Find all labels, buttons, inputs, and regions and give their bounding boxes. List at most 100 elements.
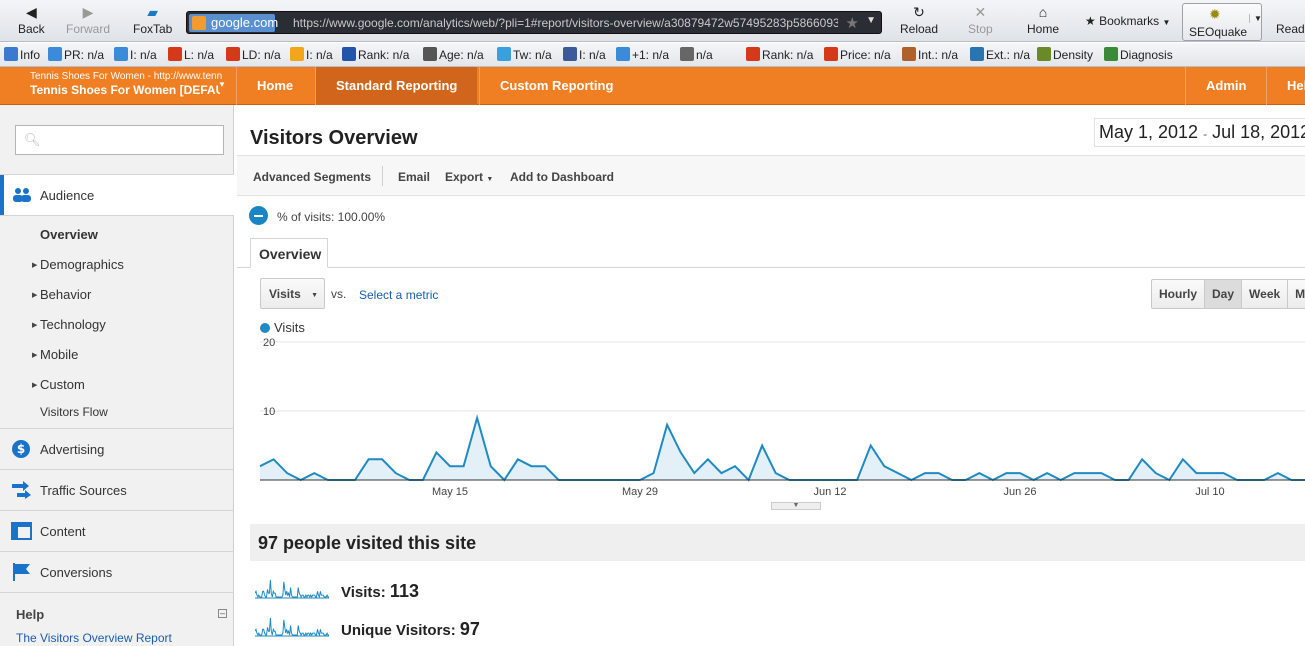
sidebar-item-advertising[interactable]: $ Advertising	[0, 429, 234, 469]
metric-visits[interactable]: Visits: 113	[341, 581, 419, 602]
tab-custom-reporting[interactable]: Custom Reporting	[479, 67, 633, 105]
data-point[interactable]	[475, 416, 479, 420]
data-point[interactable]	[1208, 471, 1212, 475]
admin-link[interactable]: Admin	[1185, 67, 1266, 105]
data-point[interactable]	[1194, 471, 1198, 475]
data-point[interactable]	[394, 471, 398, 475]
data-point[interactable]	[977, 471, 981, 475]
help-link[interactable]: Help	[1266, 67, 1305, 105]
sidebar-item-demographics[interactable]: ▶ Demographics	[32, 257, 124, 272]
extension-item[interactable]: I: n/a	[114, 47, 157, 62]
data-point[interactable]	[1154, 471, 1158, 475]
report-search-input[interactable]: 🔍︎	[15, 125, 224, 155]
advanced-segments-button[interactable]: Advanced Segments	[253, 170, 371, 184]
data-point[interactable]	[760, 444, 764, 448]
data-point[interactable]	[434, 450, 438, 454]
granularity-week-button[interactable]: Week	[1242, 280, 1289, 308]
data-point[interactable]	[285, 471, 289, 475]
data-point[interactable]	[1099, 471, 1103, 475]
reload-button[interactable]: ↻ Reload	[900, 2, 938, 36]
extension-item[interactable]: Density	[1037, 47, 1093, 62]
read-button[interactable]: Read	[1276, 22, 1305, 36]
sidebar-item-conversions[interactable]: Conversions	[0, 552, 234, 592]
data-point[interactable]	[774, 471, 778, 475]
data-point[interactable]	[1086, 471, 1090, 475]
data-point[interactable]	[543, 464, 547, 468]
data-point[interactable]	[937, 471, 941, 475]
extension-item[interactable]: Info	[4, 47, 40, 62]
data-point[interactable]	[272, 457, 276, 461]
extension-item[interactable]: Price: n/a	[824, 47, 891, 62]
collapse-help-icon[interactable]: –	[218, 609, 227, 618]
data-point[interactable]	[1004, 471, 1008, 475]
home-button[interactable]: ⌂ Home	[1027, 2, 1059, 36]
extension-item[interactable]: LD: n/a	[226, 47, 281, 62]
extension-item[interactable]: PR: n/a	[48, 47, 104, 62]
sidebar-item-custom[interactable]: ▶ Custom	[32, 377, 85, 392]
extension-item[interactable]: Int.: n/a	[902, 47, 958, 62]
extension-item[interactable]: Diagnosis	[1104, 47, 1173, 62]
forward-button[interactable]: ▶ Forward	[66, 2, 110, 36]
extension-item[interactable]: Age: n/a	[423, 47, 484, 62]
metric-select[interactable]: Visits ▼	[260, 278, 325, 309]
data-point[interactable]	[529, 464, 533, 468]
select-metric-link[interactable]: Select a metric	[359, 288, 438, 302]
email-button[interactable]: Email	[398, 170, 430, 184]
granularity-day-button[interactable]: Day	[1205, 280, 1243, 308]
granularity-month-button[interactable]: Month	[1288, 280, 1305, 308]
data-point[interactable]	[896, 471, 900, 475]
chart-resize-handle[interactable]: ▼	[771, 502, 821, 510]
data-point[interactable]	[1140, 457, 1144, 461]
url-text[interactable]: https://www.google.com/analytics/web/?pl…	[293, 15, 838, 32]
data-point[interactable]	[869, 444, 873, 448]
data-point[interactable]	[706, 457, 710, 461]
data-point[interactable]	[652, 471, 656, 475]
data-point[interactable]	[367, 457, 371, 461]
extension-item[interactable]: L: n/a	[168, 47, 214, 62]
extension-item[interactable]: n/a	[680, 47, 713, 62]
data-point[interactable]	[516, 457, 520, 461]
data-point[interactable]	[733, 464, 737, 468]
data-point[interactable]	[719, 471, 723, 475]
data-point[interactable]	[1018, 471, 1022, 475]
extension-item[interactable]: +1: n/a	[616, 47, 669, 62]
sidebar-item-content[interactable]: Content	[0, 511, 234, 551]
add-to-dashboard-button[interactable]: Add to Dashboard	[510, 170, 614, 184]
help-visitors-overview-link[interactable]: The Visitors Overview Report	[16, 631, 172, 645]
data-point[interactable]	[1276, 471, 1280, 475]
data-point[interactable]	[1072, 471, 1076, 475]
segment-pie-icon[interactable]	[249, 206, 268, 225]
data-point[interactable]	[1045, 471, 1049, 475]
granularity-hourly-button[interactable]: Hourly	[1152, 280, 1206, 308]
data-point[interactable]	[258, 464, 262, 468]
sidebar-item-mobile[interactable]: ▶ Mobile	[32, 347, 78, 362]
export-button[interactable]: Export ▼	[445, 170, 493, 184]
data-point[interactable]	[882, 464, 886, 468]
sidebar-item-technology[interactable]: ▶ Technology	[32, 317, 106, 332]
sidebar-item-behavior[interactable]: ▶ Behavior	[32, 287, 91, 302]
data-point[interactable]	[1222, 471, 1226, 475]
extension-item[interactable]: I: n/a	[290, 47, 333, 62]
sidebar-item-visitors-flow[interactable]: Visitors Flow	[40, 405, 108, 419]
extension-item[interactable]: I: n/a	[563, 47, 606, 62]
data-point[interactable]	[679, 450, 683, 454]
stop-button[interactable]: ✕ Stop	[968, 2, 993, 36]
url-dropdown-icon[interactable]: ▼	[866, 15, 876, 26]
back-button[interactable]: ◀ Back	[18, 2, 45, 36]
data-point[interactable]	[665, 423, 669, 427]
tab-standard-reporting[interactable]: Standard Reporting	[315, 67, 478, 105]
data-point[interactable]	[462, 464, 466, 468]
data-point[interactable]	[312, 471, 316, 475]
tab-home[interactable]: Home	[236, 67, 313, 105]
seoquake-dropdown-icon[interactable]: ▼	[1249, 14, 1262, 23]
sidebar-item-overview[interactable]: Overview	[40, 227, 98, 242]
tab-overview[interactable]: Overview	[250, 238, 328, 268]
address-bar[interactable]: google.com https://www.google.com/analyt…	[186, 11, 882, 34]
bookmarks-button[interactable]: ★ Bookmarks ▼	[1085, 14, 1170, 28]
extension-item[interactable]: Tw: n/a	[497, 47, 552, 62]
site-identity[interactable]: google.com	[189, 14, 278, 32]
extension-item[interactable]: Rank: n/a	[342, 47, 409, 62]
extension-item[interactable]: Rank: n/a	[746, 47, 813, 62]
data-point[interactable]	[692, 471, 696, 475]
sidebar-item-traffic-sources[interactable]: Traffic Sources	[0, 470, 234, 510]
